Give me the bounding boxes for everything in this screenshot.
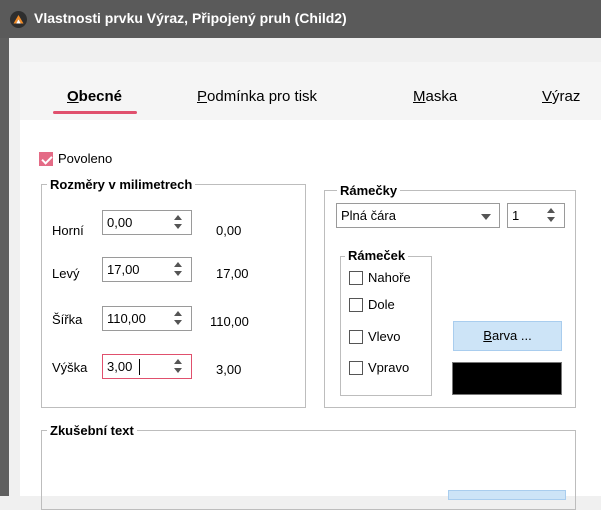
dimensions-legend: Rozměry v milimetrech bbox=[47, 177, 196, 192]
border-left-label: Vlevo bbox=[368, 329, 401, 344]
spin-arrows-icon[interactable] bbox=[546, 207, 556, 224]
height-spinbox[interactable]: 3,00 bbox=[102, 354, 192, 379]
border-width-spinbox[interactable]: 1 bbox=[507, 203, 565, 228]
sample-text-legend: Zkušební text bbox=[47, 423, 137, 438]
border-left-checkbox[interactable] bbox=[349, 330, 363, 344]
title-bar: Vlastnosti prvku Výraz, Připojený pruh (… bbox=[0, 0, 601, 38]
width-readout: 110,00 bbox=[210, 314, 249, 329]
height-readout: 3,00 bbox=[216, 362, 242, 377]
enabled-label: Povoleno bbox=[58, 151, 113, 166]
spin-arrows-icon[interactable] bbox=[173, 261, 183, 278]
border-style-combo[interactable]: Plná čára bbox=[336, 203, 500, 228]
app-logo-icon bbox=[10, 11, 27, 28]
border-right-label: Vpravo bbox=[368, 360, 410, 375]
tab-maska[interactable]: Maska bbox=[413, 88, 457, 105]
top-readout: 0,00 bbox=[216, 223, 242, 238]
top-label: Horní bbox=[52, 223, 84, 238]
left-readout: 17,00 bbox=[216, 266, 249, 281]
tab-podminka-pro-tisk[interactable]: Podmínka pro tisk bbox=[197, 88, 317, 105]
border-top-label: Nahoře bbox=[368, 270, 411, 285]
borders-legend: Rámečky bbox=[337, 183, 401, 198]
enabled-checkbox[interactable] bbox=[39, 152, 53, 166]
active-tab-indicator bbox=[53, 111, 137, 114]
partial-button[interactable] bbox=[448, 490, 566, 500]
width-spinbox[interactable]: 110,00 bbox=[102, 306, 192, 331]
left-label: Levý bbox=[52, 266, 80, 281]
border-bottom-checkbox[interactable] bbox=[349, 298, 363, 312]
border-bottom-label: Dole bbox=[368, 297, 395, 312]
border-right-checkbox[interactable] bbox=[349, 361, 363, 375]
spin-arrows-icon[interactable] bbox=[173, 310, 183, 327]
tab-vyraz[interactable]: Výraz bbox=[542, 88, 580, 105]
height-label: Výška bbox=[52, 360, 88, 375]
tab-obecne[interactable]: Obecné bbox=[67, 88, 122, 105]
window-left-edge bbox=[0, 38, 9, 496]
width-label: Šířka bbox=[52, 312, 83, 327]
left-spinbox[interactable]: 17,00 bbox=[102, 257, 192, 282]
spin-arrows-icon[interactable] bbox=[173, 358, 183, 375]
window-title: Vlastnosti prvku Výraz, Připojený pruh (… bbox=[34, 10, 347, 26]
text-caret bbox=[139, 359, 140, 375]
chevron-down-icon[interactable] bbox=[481, 214, 491, 220]
spin-arrows-icon[interactable] bbox=[173, 214, 183, 231]
color-button[interactable]: Barva ... bbox=[453, 321, 562, 351]
border-top-checkbox[interactable] bbox=[349, 271, 363, 285]
frame-legend: Rámeček bbox=[345, 248, 409, 263]
top-spinbox[interactable]: 0,00 bbox=[102, 210, 192, 235]
border-color-swatch bbox=[452, 362, 562, 395]
